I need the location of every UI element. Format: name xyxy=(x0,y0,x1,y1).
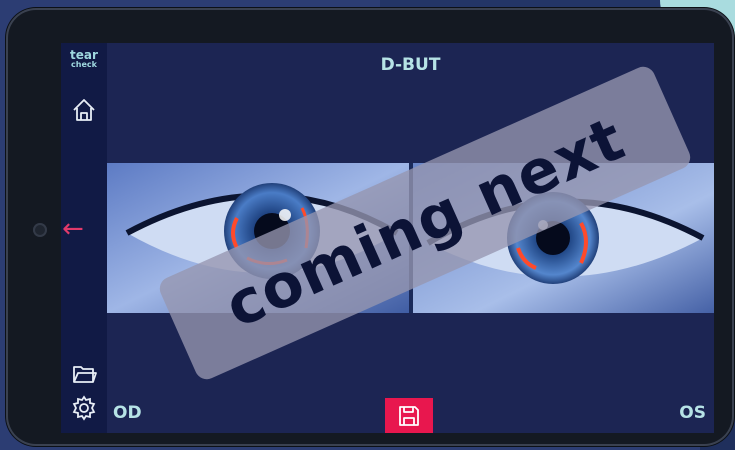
os-label: OS xyxy=(679,403,706,423)
logo-text-top: tear xyxy=(70,48,98,62)
home-icon[interactable] xyxy=(69,95,99,125)
arrow-left-icon[interactable]: ← xyxy=(62,216,84,242)
logo-text-bottom: check xyxy=(71,60,97,69)
save-button[interactable] xyxy=(385,398,433,433)
page-title: D-BUT xyxy=(380,55,441,75)
folder-icon[interactable] xyxy=(69,358,99,388)
save-icon xyxy=(399,405,419,426)
od-label: OD xyxy=(113,403,142,423)
gear-icon[interactable] xyxy=(69,393,99,423)
app-logo: tear check xyxy=(66,48,102,69)
tablet-camera xyxy=(33,223,47,237)
